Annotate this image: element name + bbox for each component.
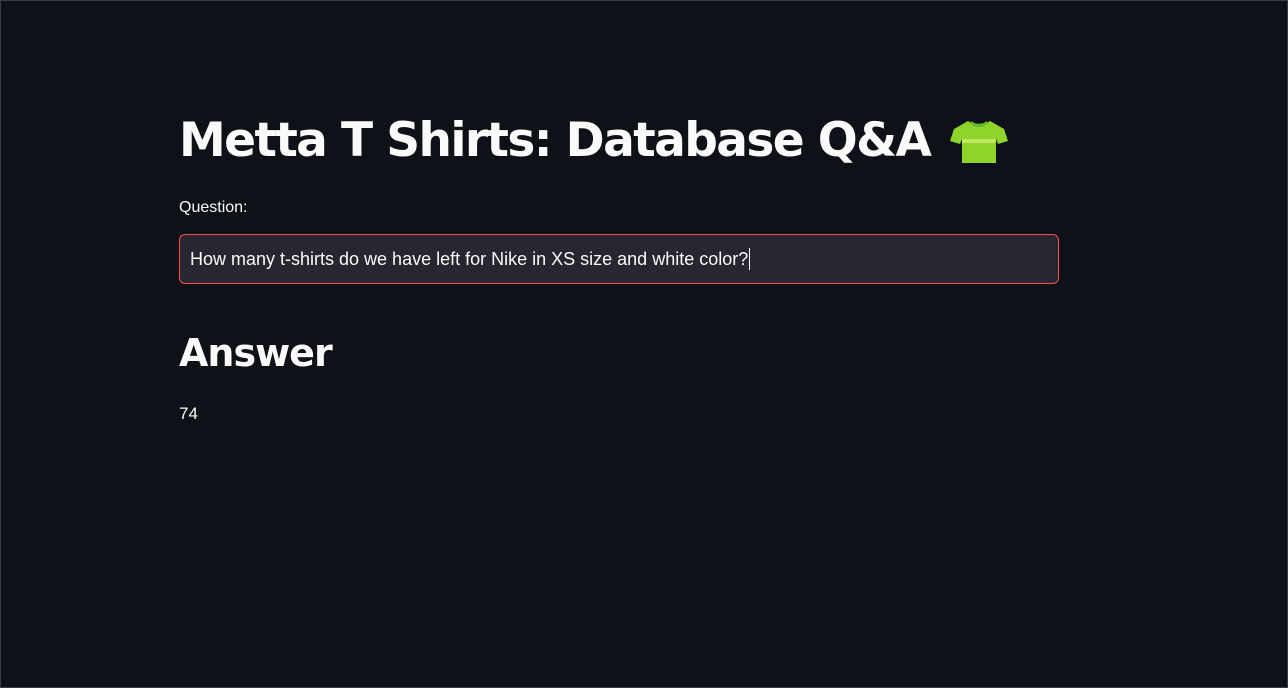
answer-heading: Answer bbox=[179, 331, 333, 375]
text-cursor bbox=[749, 248, 751, 270]
page-title: Metta T Shirts: Database Q&A bbox=[179, 113, 932, 168]
question-input-value[interactable]: How many t-shirts do we have left for Ni… bbox=[190, 249, 748, 270]
tshirt-icon bbox=[950, 117, 1009, 165]
question-label: Question: bbox=[179, 199, 248, 216]
title-row: Metta T Shirts: Database Q&A bbox=[179, 109, 1009, 173]
answer-value: 74 bbox=[179, 404, 198, 423]
question-input[interactable]: How many t-shirts do we have left for Ni… bbox=[179, 234, 1059, 284]
